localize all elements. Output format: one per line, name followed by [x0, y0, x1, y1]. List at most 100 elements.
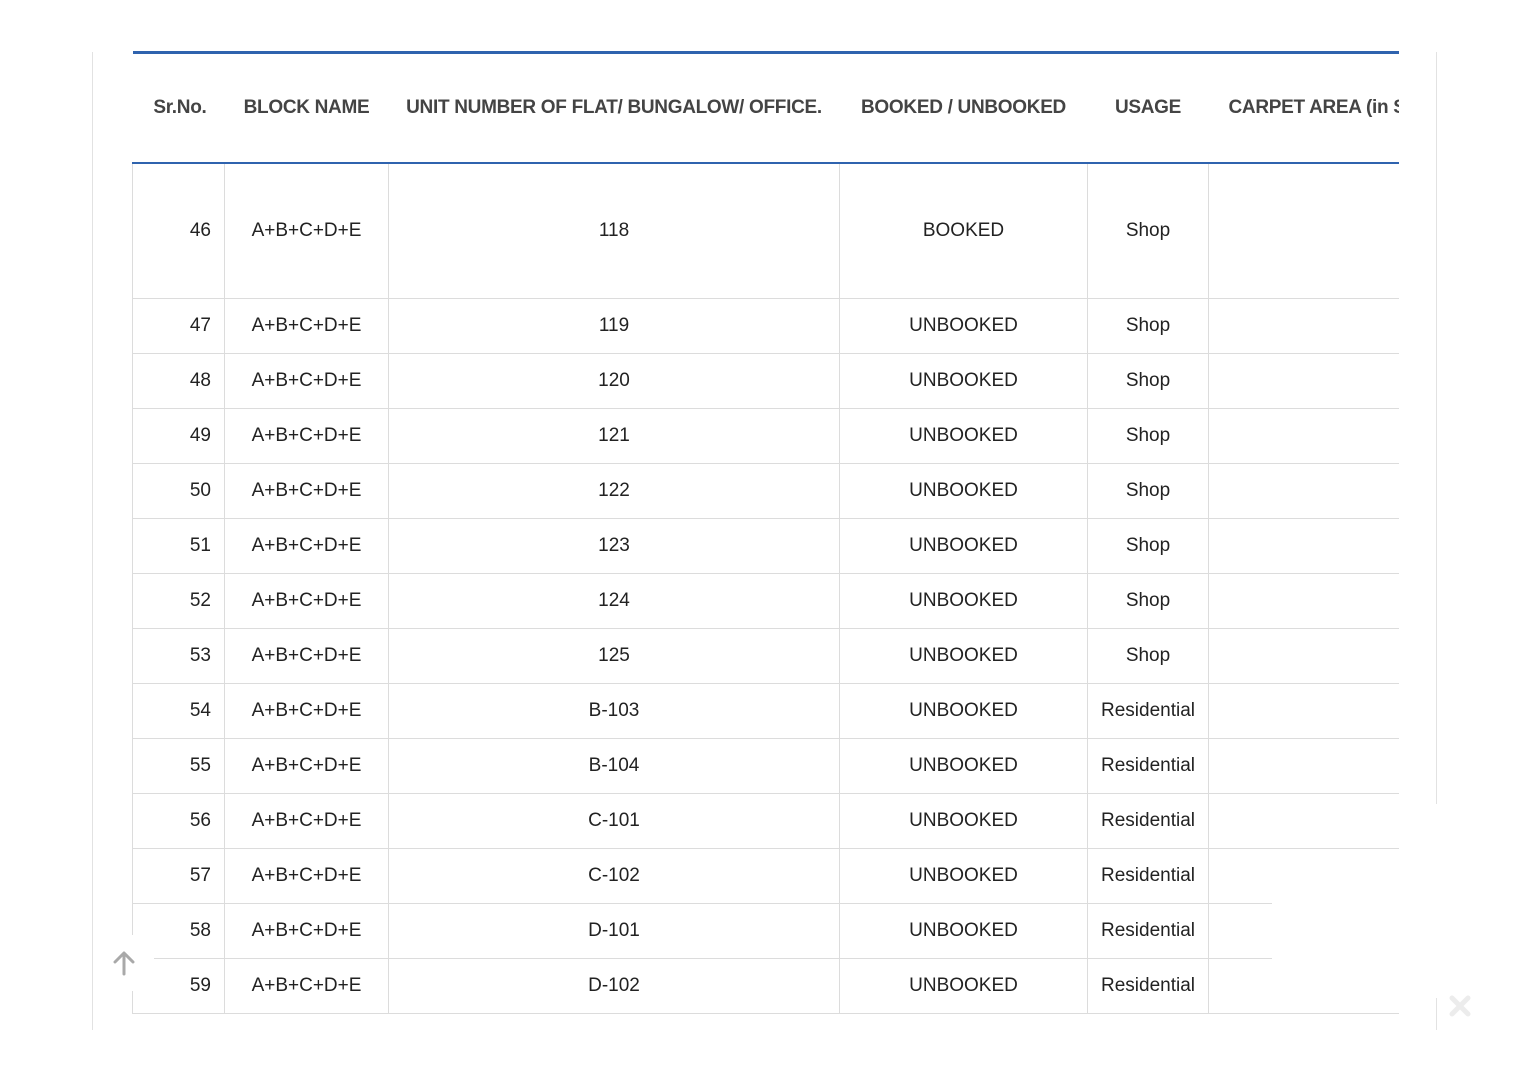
arrow-up-icon — [113, 951, 135, 976]
header-srno: Sr.No. — [132, 51, 225, 164]
cell-unit-number: 124 — [388, 573, 840, 629]
cell-block-name: A+B+C+D+E — [224, 848, 389, 904]
cell-booking-status: UNBOOKED — [839, 793, 1088, 849]
cell-block-name: A+B+C+D+E — [224, 463, 389, 519]
scroll-to-top-button[interactable] — [94, 935, 154, 991]
inventory-table: Sr.No. BLOCK NAME UNIT NUMBER OF FLAT/ B… — [132, 51, 1399, 1014]
cell-unit-number: D-101 — [388, 903, 840, 959]
cell-carpet-area — [1208, 463, 1399, 519]
cell-srno: 57 — [132, 848, 225, 904]
cell-block-name: A+B+C+D+E — [224, 162, 389, 299]
table-header-row: Sr.No. BLOCK NAME UNIT NUMBER OF FLAT/ B… — [132, 51, 1399, 164]
cell-booking-status: UNBOOKED — [839, 408, 1088, 464]
table-row: 57 A+B+C+D+E C-102 UNBOOKED Residential — [132, 848, 1399, 904]
table-body: 46 A+B+C+D+E 118 BOOKED Shop 47 A+B+C+D+E 119 UN… — [132, 162, 1399, 1014]
cell-unit-number: 121 — [388, 408, 840, 464]
cell-block-name: A+B+C+D+E — [224, 518, 389, 574]
header-booking-status: BOOKED / UNBOOKED — [839, 51, 1088, 164]
cell-usage: Residential — [1087, 903, 1209, 959]
close-icon — [1449, 995, 1471, 1017]
cell-usage: Residential — [1087, 683, 1209, 739]
cell-usage: Shop — [1087, 573, 1209, 629]
cell-srno: 49 — [132, 408, 225, 464]
page: Sr.No. BLOCK NAME UNIT NUMBER OF FLAT/ B… — [0, 0, 1528, 1080]
cell-booking-status: UNBOOKED — [839, 903, 1088, 959]
cell-block-name: A+B+C+D+E — [224, 793, 389, 849]
table-row: 47 A+B+C+D+E 119 UNBOOKED Shop — [132, 298, 1399, 354]
cell-unit-number: 119 — [388, 298, 840, 354]
cell-unit-number: 125 — [388, 628, 840, 684]
cell-usage: Shop — [1087, 298, 1209, 354]
cell-unit-number: 118 — [388, 162, 840, 299]
table-row: 53 A+B+C+D+E 125 UNBOOKED Shop — [132, 628, 1399, 684]
cell-unit-number: 123 — [388, 518, 840, 574]
table-row: 59 A+B+C+D+E D-102 UNBOOKED Residential — [132, 958, 1399, 1014]
table-row: 52 A+B+C+D+E 124 UNBOOKED Shop — [132, 573, 1399, 629]
cell-usage: Residential — [1087, 793, 1209, 849]
frame-border-left — [92, 52, 93, 1030]
cell-srno: 48 — [132, 353, 225, 409]
cell-carpet-area — [1208, 162, 1399, 299]
table-row: 46 A+B+C+D+E 118 BOOKED Shop — [132, 162, 1399, 299]
cell-srno: 52 — [132, 573, 225, 629]
close-button[interactable] — [1444, 990, 1476, 1022]
cell-srno: 54 — [132, 683, 225, 739]
cell-unit-number: D-102 — [388, 958, 840, 1014]
cell-usage: Shop — [1087, 463, 1209, 519]
cell-unit-number: 120 — [388, 353, 840, 409]
cell-block-name: A+B+C+D+E — [224, 903, 389, 959]
header-unit-number: UNIT NUMBER OF FLAT/ BUNGALOW/ OFFICE. — [388, 51, 840, 164]
cell-carpet-area — [1208, 628, 1399, 684]
cell-usage: Residential — [1087, 738, 1209, 794]
cell-srno: 46 — [132, 162, 225, 299]
cell-booking-status: UNBOOKED — [839, 683, 1088, 739]
cell-usage: Residential — [1087, 848, 1209, 904]
cell-block-name: A+B+C+D+E — [224, 683, 389, 739]
cell-booking-status: UNBOOKED — [839, 573, 1088, 629]
cell-booking-status: UNBOOKED — [839, 848, 1088, 904]
table-overlay-mask — [1272, 850, 1399, 961]
cell-carpet-area — [1208, 298, 1399, 354]
table-row: 54 A+B+C+D+E B-103 UNBOOKED Residential — [132, 683, 1399, 739]
cell-block-name: A+B+C+D+E — [224, 738, 389, 794]
cell-carpet-area — [1208, 518, 1399, 574]
cell-usage: Shop — [1087, 162, 1209, 299]
cell-carpet-area — [1208, 573, 1399, 629]
cell-srno: 56 — [132, 793, 225, 849]
cell-usage: Shop — [1087, 628, 1209, 684]
cell-srno: 51 — [132, 518, 225, 574]
cell-block-name: A+B+C+D+E — [224, 298, 389, 354]
cell-booking-status: UNBOOKED — [839, 298, 1088, 354]
cell-srno: 55 — [132, 738, 225, 794]
frame-border-right — [1436, 52, 1437, 804]
cell-booking-status: UNBOOKED — [839, 463, 1088, 519]
cell-usage: Residential — [1087, 958, 1209, 1014]
cell-booking-status: UNBOOKED — [839, 353, 1088, 409]
cell-block-name: A+B+C+D+E — [224, 628, 389, 684]
cell-srno: 50 — [132, 463, 225, 519]
frame-border-right-lower — [1436, 998, 1437, 1030]
cell-booking-status: UNBOOKED — [839, 628, 1088, 684]
cell-booking-status: UNBOOKED — [839, 518, 1088, 574]
cell-unit-number: 122 — [388, 463, 840, 519]
cell-srno: 47 — [132, 298, 225, 354]
cell-block-name: A+B+C+D+E — [224, 958, 389, 1014]
cell-block-name: A+B+C+D+E — [224, 408, 389, 464]
cell-unit-number: C-102 — [388, 848, 840, 904]
table-row: 51 A+B+C+D+E 123 UNBOOKED Shop — [132, 518, 1399, 574]
cell-booking-status: UNBOOKED — [839, 738, 1088, 794]
table-row: 55 A+B+C+D+E B-104 UNBOOKED Residential — [132, 738, 1399, 794]
cell-block-name: A+B+C+D+E — [224, 573, 389, 629]
cell-srno: 53 — [132, 628, 225, 684]
cell-carpet-area — [1208, 958, 1399, 1014]
cell-unit-number: B-103 — [388, 683, 840, 739]
cell-carpet-area — [1208, 683, 1399, 739]
header-usage: USAGE — [1087, 51, 1209, 164]
cell-unit-number: C-101 — [388, 793, 840, 849]
cell-usage: Shop — [1087, 518, 1209, 574]
cell-usage: Shop — [1087, 353, 1209, 409]
inventory-table-container[interactable]: Sr.No. BLOCK NAME UNIT NUMBER OF FLAT/ B… — [132, 51, 1399, 1017]
cell-carpet-area — [1208, 353, 1399, 409]
header-block-name: BLOCK NAME — [224, 51, 389, 164]
cell-block-name: A+B+C+D+E — [224, 353, 389, 409]
